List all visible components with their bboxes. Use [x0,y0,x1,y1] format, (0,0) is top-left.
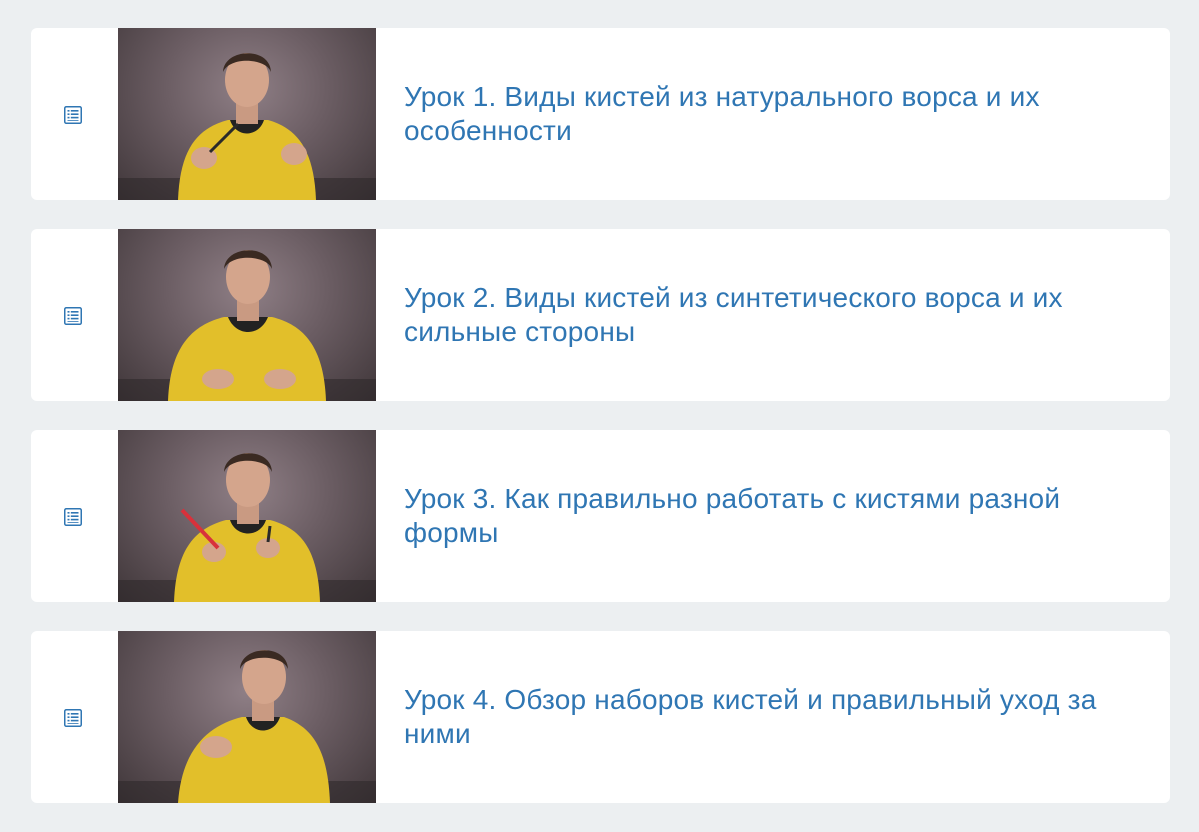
lesson-list: Урок 1. Виды кистей из натурального ворс… [31,28,1170,832]
lesson-list-icon [64,508,82,526]
lesson-list-icon [64,106,82,124]
lesson-title-link[interactable]: Урок 3. Как правильно работать с кистями… [404,482,1124,550]
lesson-title-link[interactable]: Урок 4. Обзор наборов кистей и правильны… [404,683,1124,751]
lesson-thumbnail[interactable] [118,28,376,200]
lesson-list-icon [64,307,82,325]
lesson-title-link[interactable]: Урок 1. Виды кистей из натурального ворс… [404,80,1124,148]
presenter-video-thumbnail [118,650,376,803]
lesson-thumbnail[interactable] [118,430,376,602]
lesson-card-4[interactable]: Урок 4. Обзор наборов кистей и правильны… [31,631,1170,803]
lesson-card-2[interactable]: Урок 2. Виды кистей из синтетического во… [31,229,1170,401]
lesson-card-1[interactable]: Урок 1. Виды кистей из натурального ворс… [31,28,1170,200]
presenter-video-thumbnail [118,53,376,200]
lesson-title-link[interactable]: Урок 2. Виды кистей из синтетического во… [404,281,1124,349]
lesson-list-icon [64,709,82,727]
presenter-video-thumbnail [118,250,376,401]
lesson-thumbnail[interactable] [118,229,376,401]
lesson-thumbnail[interactable] [118,631,376,803]
presenter-video-thumbnail [118,453,376,602]
lesson-card-3[interactable]: Урок 3. Как правильно работать с кистями… [31,430,1170,602]
